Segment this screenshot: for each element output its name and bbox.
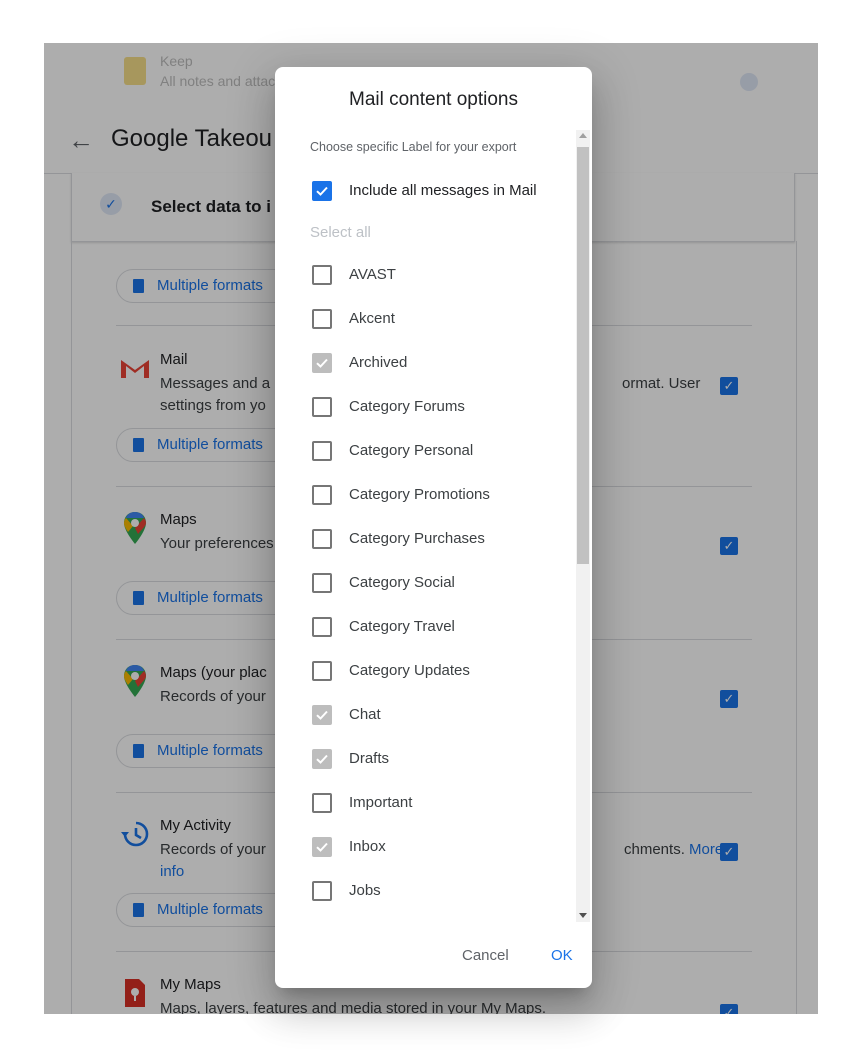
label-checkbox[interactable] bbox=[312, 793, 332, 813]
label-checkbox[interactable] bbox=[312, 749, 332, 769]
label-name: Category Personal bbox=[349, 442, 474, 459]
label-name: Archived bbox=[349, 354, 408, 371]
label-checkbox[interactable] bbox=[312, 573, 332, 593]
scroll-down-arrow-icon[interactable] bbox=[579, 913, 587, 918]
cancel-button[interactable]: Cancel bbox=[462, 947, 509, 964]
mail-content-options-dialog: Mail content options Choose specific Lab… bbox=[275, 67, 592, 988]
label-checkbox[interactable] bbox=[312, 265, 332, 285]
dialog-scrollbar[interactable] bbox=[576, 130, 590, 922]
label-checkbox[interactable] bbox=[312, 529, 332, 549]
dialog-title: Mail content options bbox=[349, 89, 518, 110]
label-checkbox[interactable] bbox=[312, 397, 332, 417]
label-checkbox[interactable] bbox=[312, 705, 332, 725]
select-all-link[interactable]: Select all bbox=[310, 224, 371, 241]
label-name: Drafts bbox=[349, 750, 390, 767]
label-name: Akcent bbox=[349, 310, 395, 327]
label-name: Category Forums bbox=[349, 398, 465, 415]
label-name: Category Travel bbox=[349, 618, 455, 635]
label-checkbox[interactable] bbox=[312, 661, 332, 681]
scroll-up-arrow-icon[interactable] bbox=[579, 133, 587, 138]
label-name: Important bbox=[349, 794, 413, 811]
include-all-checkbox[interactable] bbox=[312, 181, 332, 201]
label-name: Jobs bbox=[349, 882, 381, 899]
ok-button[interactable]: OK bbox=[551, 947, 573, 964]
label-name: Category Promotions bbox=[349, 486, 490, 503]
scroll-thumb[interactable] bbox=[577, 147, 589, 564]
label-name: AVAST bbox=[349, 266, 396, 283]
label-checkbox[interactable] bbox=[312, 485, 332, 505]
label-checkbox[interactable] bbox=[312, 837, 332, 857]
include-all-label: Include all messages in Mail bbox=[349, 182, 537, 199]
label-name: Category Social bbox=[349, 574, 455, 591]
label-checkbox[interactable] bbox=[312, 441, 332, 461]
label-name: Chat bbox=[349, 706, 381, 723]
label-name: Inbox bbox=[349, 838, 386, 855]
label-name: Category Purchases bbox=[349, 530, 485, 547]
label-checkbox[interactable] bbox=[312, 353, 332, 373]
label-checkbox[interactable] bbox=[312, 881, 332, 901]
label-checkbox[interactable] bbox=[312, 309, 332, 329]
label-checkbox[interactable] bbox=[312, 617, 332, 637]
dialog-subtitle: Choose specific Label for your export bbox=[310, 140, 517, 154]
label-name: Category Updates bbox=[349, 662, 470, 679]
